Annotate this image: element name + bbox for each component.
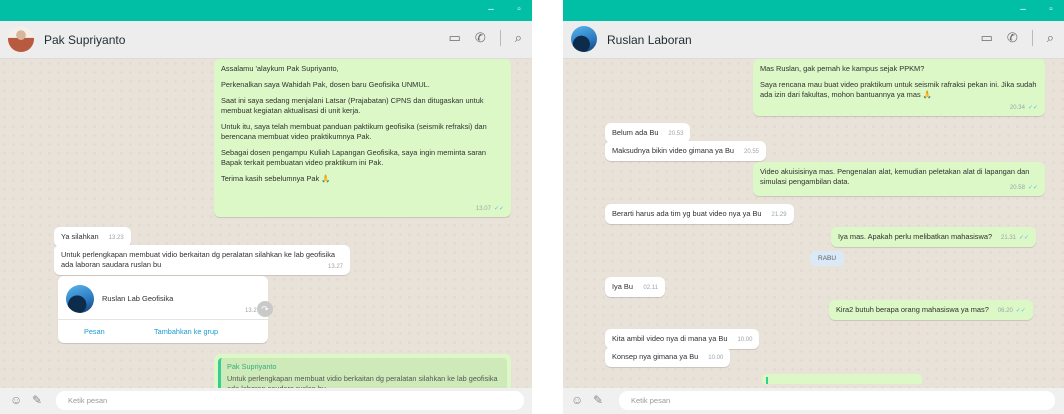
message-bubble-outgoing-partial[interactable] [762, 374, 922, 384]
contact-card-header[interactable]: Ruslan Lab Geofisika 13.27 [58, 276, 268, 320]
message-bubble-outgoing-reply[interactable]: Pak Supriyanto Untuk perlengkapan membua… [214, 354, 511, 388]
message-text: Saya rencana mau buat video praktikum un… [760, 80, 1037, 99]
message-text: Iya Bu [612, 282, 633, 291]
header-actions: ▭ ✆ ⌕ [449, 30, 522, 46]
message-text: Untuk itu, saya telah membuat panduan pa… [221, 122, 487, 141]
date-separator: RABU [810, 251, 845, 266]
message-bubble-incoming[interactable]: Konsep nya gimana ya Bu 10.00 [605, 347, 731, 367]
minimize-button[interactable]: – [484, 3, 498, 17]
message-time: 20.34 ✓✓ [1009, 105, 1038, 111]
read-ticks-icon: ✓✓ [1015, 308, 1026, 314]
contact-avatar[interactable] [8, 26, 34, 52]
contact-name[interactable]: Ruslan Laboran [607, 33, 692, 47]
message-text: Maksudnya bikin video gimana ya Bu [612, 146, 735, 155]
message-text: Iya mas. Apakah perlu melibatkan mahasis… [838, 232, 993, 241]
message-time: 02.11 [643, 285, 658, 291]
message-text: Assalamu 'alaykum Pak Supriyanto, [221, 64, 339, 73]
header-divider [1031, 30, 1033, 46]
phone-icon[interactable]: ✆ [1007, 30, 1018, 46]
message-bubble-outgoing[interactable]: Iya mas. Apakah perlu melibatkan mahasis… [831, 227, 1037, 247]
message-time: 20.58 ✓✓ [1009, 185, 1038, 191]
chat-window-ruslan: – ▫ Ruslan Laboran ▭ ✆ ⌕ Mas Ruslan, gak… [563, 0, 1064, 414]
emoji-icon[interactable]: ☺ [571, 392, 583, 408]
message-bubble-outgoing[interactable]: Assalamu 'alaykum Pak Supriyanto, Perken… [214, 59, 511, 217]
quoted-text: Untuk perlengkapan membuat vidio berkait… [227, 374, 498, 388]
maximize-button[interactable]: ▫ [1044, 3, 1058, 17]
window-controls: – ▫ [1016, 3, 1058, 17]
attach-icon[interactable]: ✎ [593, 392, 603, 408]
chat-header: Ruslan Laboran ▭ ✆ ⌕ [563, 21, 1064, 59]
contact-card-avatar [66, 285, 94, 313]
message-text: Mas Ruslan, gak pernah ke kampus sejak P… [760, 64, 925, 73]
contact-avatar[interactable] [571, 26, 597, 52]
message-text: Terima kasih sebelumnya Pak 🙏 [221, 174, 331, 183]
message-text: Kita ambil video nya di mana ya Bu [612, 334, 728, 343]
message-time: 13.23 [108, 235, 124, 241]
message-text: Untuk perlengkapan membuat vidio berkait… [61, 250, 336, 269]
message-time: 20.55 [744, 149, 760, 155]
message-time: 13.07 ✓✓ [475, 206, 504, 212]
message-text: Perkenalkan saya Wahidah Pak, dosen baru… [221, 80, 430, 89]
message-text: Ya silahkan [61, 232, 99, 241]
message-text: Video akuisisinya mas. Pengenalan alat, … [760, 167, 1030, 186]
message-list[interactable]: Assalamu 'alaykum Pak Supriyanto, Perken… [0, 59, 532, 388]
composer-bar: ☺ ✎ Ketik pesan [563, 388, 1064, 414]
message-text: Saat ini saya sedang menjalani Latsar (P… [221, 96, 484, 115]
title-bar: – ▫ [563, 0, 1064, 21]
chat-window-supriyanto: – ▫ Pak Supriyanto ▭ ✆ ⌕ Assalamu 'alayk… [0, 0, 532, 414]
message-bubble-incoming[interactable]: Maksudnya bikin video gimana ya Bu 20.55 [605, 141, 767, 161]
message-bubble-incoming[interactable]: Belum ada Bu 20.53 [605, 123, 691, 143]
search-icon[interactable]: ⌕ [1047, 30, 1054, 46]
message-contact-button[interactable]: Pesan [84, 327, 105, 336]
message-list[interactable]: Mas Ruslan, gak pernah ke kampus sejak P… [563, 59, 1064, 388]
message-text: Konsep nya gimana ya Bu [612, 352, 699, 361]
chat-header: Pak Supriyanto ▭ ✆ ⌕ [0, 21, 532, 59]
shared-contact-card[interactable]: Ruslan Lab Geofisika 13.27 Pesan Tambahk… [58, 276, 268, 343]
message-bubble-incoming[interactable]: Untuk perlengkapan membuat vidio berkait… [54, 245, 350, 275]
attach-icon[interactable]: ✎ [32, 392, 42, 408]
message-input[interactable]: Ketik pesan [619, 391, 1055, 410]
read-ticks-icon: ✓✓ [1027, 105, 1038, 111]
read-ticks-icon: ✓✓ [493, 206, 504, 212]
message-text: Kira2 butuh berapa orang mahasiswa ya ma… [836, 305, 989, 314]
message-bubble-incoming[interactable]: Ya silahkan 13.23 [54, 227, 131, 247]
title-bar: – ▫ [0, 0, 532, 21]
minimize-button[interactable]: – [1016, 3, 1030, 17]
search-icon[interactable]: ⌕ [515, 30, 522, 46]
window-controls: – ▫ [484, 3, 526, 17]
message-time: 21.31 ✓✓ [1000, 235, 1030, 241]
composer-bar: ☺ ✎ Ketik pesan [0, 388, 532, 414]
message-bubble-incoming[interactable]: Berarti harus ada tim yg buat video nya … [605, 204, 794, 224]
add-to-group-button[interactable]: Tambahkan ke grup [154, 327, 218, 336]
maximize-button[interactable]: ▫ [512, 3, 526, 17]
quoted-message[interactable]: Pak Supriyanto Untuk perlengkapan membua… [218, 358, 507, 388]
message-bubble-outgoing[interactable]: Video akuisisinya mas. Pengenalan alat, … [753, 162, 1045, 196]
read-ticks-icon: ✓✓ [1027, 185, 1038, 191]
contact-name[interactable]: Pak Supriyanto [44, 33, 125, 47]
emoji-icon[interactable]: ☺ [10, 392, 22, 408]
forward-icon[interactable]: ↷ [257, 301, 273, 317]
message-text: Sebagai dosen pengampu Kuliah Lapangan G… [221, 148, 487, 167]
quoted-author: Pak Supriyanto [227, 362, 277, 371]
message-text: Belum ada Bu [612, 128, 659, 137]
header-actions: ▭ ✆ ⌕ [981, 30, 1054, 46]
message-time: 20.53 [668, 131, 684, 137]
video-icon[interactable]: ▭ [981, 30, 993, 46]
message-bubble-incoming[interactable]: Iya Bu 02.11 [605, 277, 665, 297]
message-input[interactable]: Ketik pesan [56, 391, 524, 410]
message-time: 06.20 ✓✓ [997, 308, 1026, 314]
header-divider [499, 30, 501, 46]
message-time: 13.27 [327, 264, 343, 270]
message-time: 10.00 [737, 337, 753, 343]
message-text: Berarti harus ada tim yg buat video nya … [612, 209, 762, 218]
read-ticks-icon: ✓✓ [1019, 235, 1030, 241]
message-bubble-outgoing[interactable]: Kira2 butuh berapa orang mahasiswa ya ma… [829, 300, 1033, 320]
message-bubble-outgoing[interactable]: Mas Ruslan, gak pernah ke kampus sejak P… [753, 59, 1045, 116]
message-time: 10.00 [708, 355, 724, 361]
contact-card-name: Ruslan Lab Geofisika [102, 294, 174, 303]
phone-icon[interactable]: ✆ [475, 30, 486, 46]
message-time: 21.29 [771, 212, 787, 218]
video-icon[interactable]: ▭ [449, 30, 461, 46]
message-bubble-incoming[interactable]: Kita ambil video nya di mana ya Bu 10.00 [605, 329, 760, 349]
